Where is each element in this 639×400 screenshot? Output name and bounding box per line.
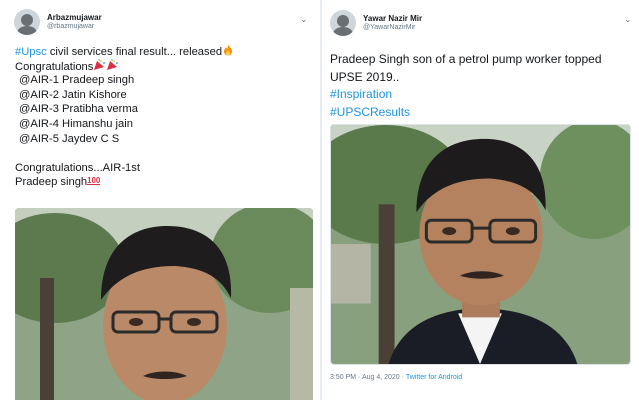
user-handle[interactable]: @YawarNazirMir xyxy=(363,24,422,32)
tweet-text-segment: civil services final result... released xyxy=(46,46,223,58)
rank-line: @AIR-5 Jaydev C S xyxy=(19,132,120,145)
tweet-line: Congratulations xyxy=(15,58,310,74)
meta-separator: · xyxy=(401,374,404,381)
rank-line: @AIR-2 Jatin Kishore xyxy=(19,88,127,101)
portrait-photo-icon[interactable] xyxy=(330,124,631,365)
hashtag-link[interactable]: #Inspiration xyxy=(330,86,635,104)
author-block: Arbazmujawar @rbazmujawar xyxy=(47,13,102,30)
hashtag-link[interactable]: #UPSCResults xyxy=(330,104,635,122)
tweet-card-left[interactable]: Arbazmujawar @rbazmujawar ⌄ #Upsc civil … xyxy=(0,0,320,400)
tweet-header: Yawar Nazir Mir @YawarNazirMir xyxy=(330,10,422,36)
tweet-text: #Upsc civil services final result... rel… xyxy=(15,44,310,190)
tweet-line: Congratulations...AIR-1st xyxy=(15,161,140,174)
rank-line: @AIR-4 Himanshu jain xyxy=(19,117,133,130)
source-app-link[interactable]: Twitter for Android xyxy=(406,374,462,381)
chevron-down-icon[interactable]: ⌄ xyxy=(300,14,308,25)
tweet-text-segment: Congratulations xyxy=(15,60,94,73)
fire-emoji-icon xyxy=(222,44,234,61)
tweet-meta: 3:50 PM · Aug 4, 2020 · Twitter for Andr… xyxy=(330,374,462,381)
tweet-text-segment: Pradeep singh xyxy=(15,176,88,189)
rank-line: @AIR-3 Pratibha verma xyxy=(19,103,138,116)
hashtag-link[interactable]: #Upsc xyxy=(15,46,47,58)
tweet-date[interactable]: Aug 4, 2020 xyxy=(362,374,400,381)
tweet-line: UPSE 2019.. xyxy=(330,69,400,84)
avatar[interactable] xyxy=(14,9,40,35)
tweet-time[interactable]: 3:50 PM xyxy=(330,374,356,381)
tweet-card-right[interactable]: Yawar Nazir Mir @YawarNazirMir ⌄ Pradeep… xyxy=(322,0,639,400)
display-name[interactable]: Arbazmujawar xyxy=(47,13,102,22)
author-block: Yawar Nazir Mir @YawarNazirMir xyxy=(363,14,422,31)
user-handle[interactable]: @rbazmujawar xyxy=(47,23,102,31)
meta-separator: · xyxy=(358,374,361,381)
rank-line: @AIR-1 Pradeep singh xyxy=(19,74,135,87)
portrait-photo-icon[interactable] xyxy=(15,208,313,400)
display-name[interactable]: Yawar Nazir Mir xyxy=(363,14,422,23)
tweet-line: Pradeep singh 100 xyxy=(15,175,310,190)
avatar[interactable] xyxy=(330,10,356,36)
svg-text:100: 100 xyxy=(87,176,101,185)
tweet-header: Arbazmujawar @rbazmujawar xyxy=(14,9,102,35)
tweet-line: #Upsc civil services final result... rel… xyxy=(15,44,310,59)
tweet-line: Pradeep Singh son of a petrol pump worke… xyxy=(330,52,602,66)
chevron-down-icon[interactable]: ⌄ xyxy=(624,14,632,25)
tweet-text: Pradeep Singh son of a petrol pump worke… xyxy=(330,51,635,121)
hundred-points-emoji-icon: 100 xyxy=(87,175,101,191)
screenshot-collage: Arbazmujawar @rbazmujawar ⌄ #Upsc civil … xyxy=(0,0,639,400)
